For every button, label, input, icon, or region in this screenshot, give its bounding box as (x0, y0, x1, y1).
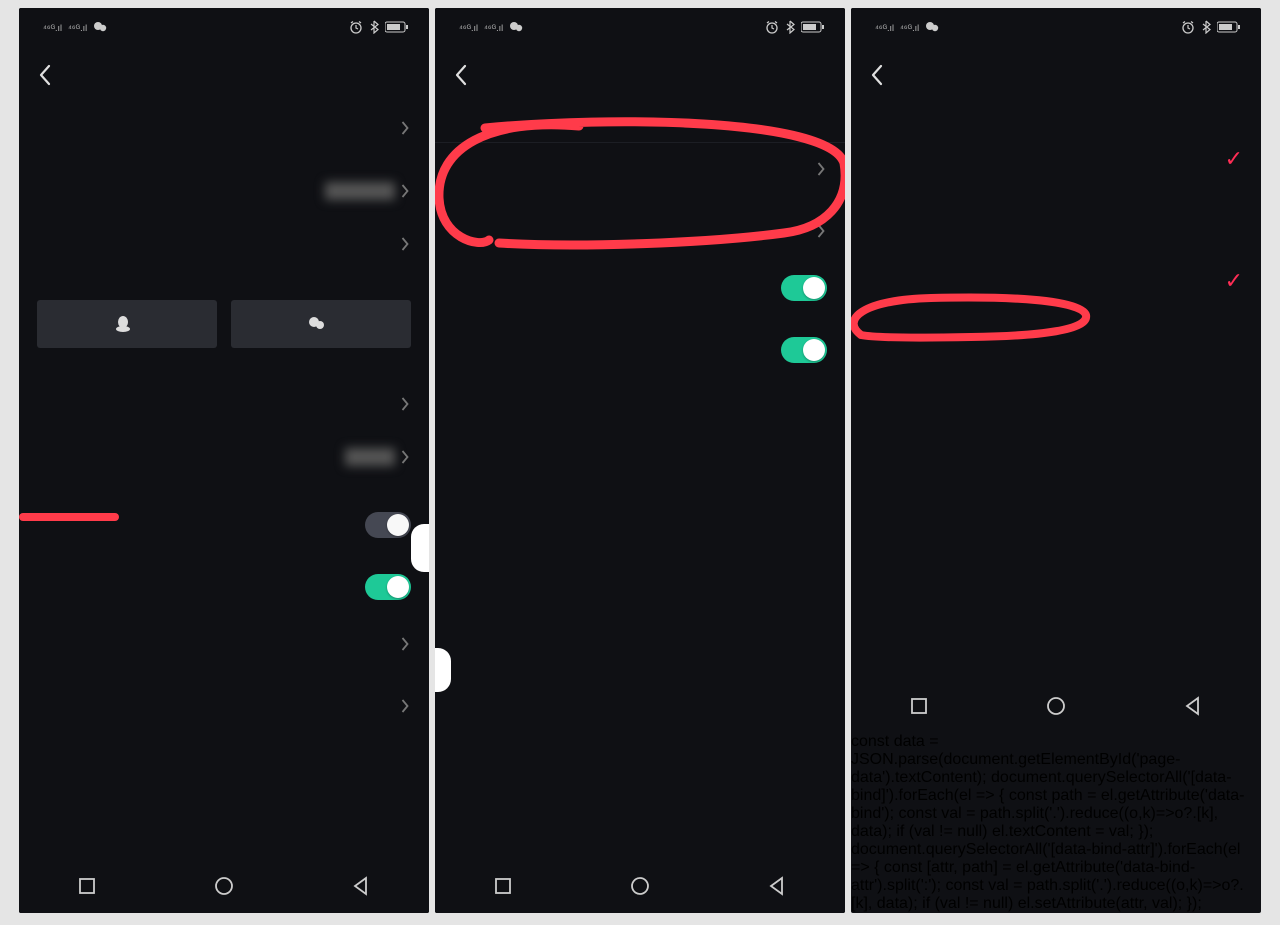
screen-threshold: ⁴⁶ᴳ.ıl ⁴⁶ᴳ.ıl ✓ ✓ (851, 8, 1261, 913)
group-name-value-blurred (325, 182, 395, 200)
option-level-3[interactable] (851, 346, 1261, 382)
option-level-5[interactable] (851, 382, 1261, 418)
wechat-icon (509, 21, 525, 36)
title-bar (19, 48, 429, 102)
annotation-bump-2 (435, 648, 451, 692)
row-group-manage[interactable] (19, 378, 429, 430)
option-level-0[interactable]: ✓ (851, 252, 1261, 310)
nav-back-icon[interactable] (767, 876, 787, 901)
pin-toggle[interactable] (365, 574, 411, 600)
row-exit[interactable] (19, 680, 429, 732)
battery-icon (1217, 21, 1241, 36)
row-pin (19, 556, 429, 618)
nav-recents-icon[interactable] (909, 696, 929, 721)
nav-home-icon[interactable] (214, 876, 234, 901)
option-require-follow[interactable] (851, 188, 1261, 224)
status-bar: ⁴⁶ᴳ.ıl ⁴⁶ᴳ.ıl (851, 8, 1261, 48)
nav-recents-icon[interactable] (77, 876, 97, 901)
row-admin[interactable] (435, 143, 845, 195)
alarm-icon (349, 20, 363, 37)
member-limit-info (435, 102, 845, 142)
bluetooth-icon (785, 20, 795, 37)
row-allow-invite (435, 257, 845, 319)
invite-wechat-button[interactable] (231, 300, 411, 348)
option-no-require-1[interactable]: ✓ (851, 130, 1261, 188)
option-level-15[interactable] (851, 490, 1261, 526)
signal-4g-icon: ⁴⁶ᴳ.ıl (875, 23, 894, 33)
chevron-right-icon (401, 636, 411, 652)
nav-home-icon[interactable] (1046, 696, 1066, 721)
bluetooth-icon (369, 20, 379, 37)
android-navbar (19, 863, 429, 913)
signal-4g-icon: ⁴⁶ᴳ.ıl (43, 23, 62, 33)
header-fan-level (851, 224, 1261, 252)
row-threshold[interactable] (435, 205, 845, 257)
chevron-right-icon (401, 183, 411, 199)
back-button[interactable] (31, 61, 59, 89)
invite-qq-button[interactable] (37, 300, 217, 348)
nav-back-icon[interactable] (1183, 696, 1203, 721)
battery-icon (801, 21, 825, 36)
chevron-right-icon (401, 236, 411, 252)
nav-home-icon[interactable] (630, 876, 650, 901)
row-nickname[interactable] (19, 430, 429, 484)
checkmark-icon: ✓ (1225, 270, 1243, 292)
wechat-icon (925, 21, 941, 36)
signal-bars-icon: ⁴⁶ᴳ.ıl (900, 23, 919, 33)
title-bar (851, 48, 1261, 102)
status-bar: ⁴⁶ᴳ.ıl ⁴⁶ᴳ.ıl (19, 8, 429, 48)
option-level-9[interactable] (851, 418, 1261, 454)
header-follow-owner (851, 102, 1261, 130)
row-group-name[interactable] (19, 164, 429, 218)
approve-toggle[interactable] (781, 337, 827, 363)
status-bar: ⁴⁶ᴳ.ıl ⁴⁶ᴳ.ıl (435, 8, 845, 48)
bluetooth-icon (1201, 20, 1211, 37)
wechat-icon (93, 21, 109, 36)
row-invite-douyin[interactable] (19, 102, 429, 154)
mute-toggle[interactable] (365, 512, 411, 538)
back-button[interactable] (447, 61, 475, 89)
option-level-17[interactable] (851, 526, 1261, 562)
nav-recents-icon[interactable] (493, 876, 513, 901)
alarm-icon (765, 20, 779, 37)
battery-icon (385, 21, 409, 36)
option-level-12[interactable] (851, 454, 1261, 490)
chevron-right-icon (817, 223, 827, 239)
annotation-bump-1 (411, 524, 429, 572)
checkmark-icon: ✓ (1225, 148, 1243, 170)
nickname-value-blurred (345, 448, 395, 466)
signal-4g-icon: ⁴⁶ᴳ.ıl (459, 23, 478, 33)
chevron-right-icon (401, 698, 411, 714)
annotation-underline (19, 513, 119, 521)
chevron-right-icon (401, 449, 411, 465)
back-button[interactable] (863, 61, 891, 89)
signal-bars-icon: ⁴⁶ᴳ.ıl (68, 23, 87, 33)
chevron-right-icon (401, 120, 411, 136)
screen-chat-details: ⁴⁶ᴳ.ıl ⁴⁶ᴳ.ıl (19, 8, 429, 913)
row-mute (19, 494, 429, 556)
signal-bars-icon: ⁴⁶ᴳ.ıl (484, 23, 503, 33)
title-bar (435, 48, 845, 102)
android-navbar (851, 683, 1261, 733)
option-level-20[interactable] (851, 562, 1261, 598)
row-report[interactable] (19, 618, 429, 670)
android-navbar (435, 863, 845, 913)
chevron-right-icon (401, 396, 411, 412)
allow-invite-toggle[interactable] (781, 275, 827, 301)
row-approve (435, 319, 845, 381)
option-level-1[interactable] (851, 310, 1261, 346)
screen-group-manage: ⁴⁶ᴳ.ıl ⁴⁶ᴳ.ıl (435, 8, 845, 913)
chevron-right-icon (817, 161, 827, 177)
nav-back-icon[interactable] (351, 876, 371, 901)
row-group-notice[interactable] (19, 218, 429, 270)
alarm-icon (1181, 20, 1195, 37)
